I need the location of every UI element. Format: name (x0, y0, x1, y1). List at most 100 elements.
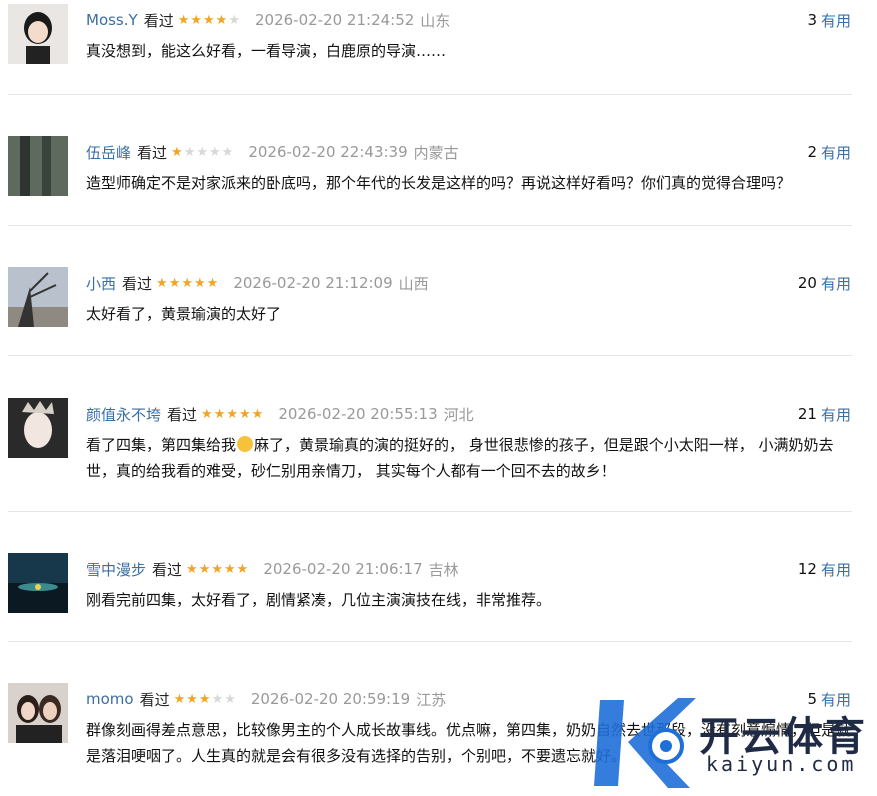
star-filled-icon: ★ (156, 275, 168, 291)
star-empty-icon: ★ (183, 144, 196, 160)
comment-text: 刚看完前四集，太好看了，剧情紧凑，几位主演演技在线，非常推荐。 (86, 591, 552, 609)
watched-label: 看过 (143, 11, 174, 30)
username-link[interactable]: 颜值永不垮 (86, 404, 161, 425)
rating-stars: ★ ★ ★ ★ ★ (178, 14, 241, 27)
avatar[interactable] (8, 683, 68, 743)
comment-meta: 伍岳峰 看过 ★ ★ ★ ★ ★ 2026-02-20 22:43:39 内蒙古 (86, 140, 459, 164)
comment-text: 太好看了，黄景瑜演的太好了 (86, 305, 282, 323)
useful-votes: 21 有用 (798, 402, 851, 426)
watermark: 开云体育 kaiyun.com (594, 690, 877, 796)
divider (8, 511, 852, 512)
useful-count: 12 (797, 560, 817, 578)
avatar[interactable] (8, 4, 68, 64)
avatar-image (24, 12, 52, 64)
useful-count: 3 (807, 11, 817, 29)
star-filled-icon: ★ (251, 406, 264, 422)
star-filled-icon: ★ (224, 561, 236, 577)
comment-meta: 小西 看过 ★ ★ ★ ★ ★ 2026-02-20 21:12:09 山西 (86, 271, 429, 295)
useful-button[interactable]: 有用 (821, 559, 851, 580)
comment-time: 2026-02-20 21:06:17 (263, 560, 423, 578)
comment-text: 造型师确定不是对家派来的卧底吗，那个年代的长发是这样的吗？再说这样好看吗？你们真… (86, 174, 792, 192)
avatar[interactable] (8, 553, 68, 613)
comment-location: 河北 (443, 405, 474, 424)
star-filled-icon: ★ (171, 144, 183, 160)
username-link[interactable]: 雪中漫步 (86, 559, 146, 580)
star-empty-icon: ★ (209, 144, 221, 160)
comment-time: 2026-02-20 22:43:39 (248, 143, 408, 161)
useful-button[interactable]: 有用 (821, 10, 851, 31)
rating-stars: ★ ★ ★ ★ ★ (186, 563, 249, 576)
comment-text: 看了四集，第四集给我 麻了，黄景瑜真的演的挺好的， 身世很悲惨的孩子，但是跟个小太… (86, 432, 856, 484)
star-filled-icon: ★ (226, 406, 238, 422)
star-filled-icon: ★ (190, 12, 203, 28)
useful-votes: 12 有用 (798, 557, 851, 581)
watched-label: 看过 (152, 560, 183, 579)
star-filled-icon: ★ (213, 406, 226, 422)
comment-text: 真没想到，能这么好看，一看导演，白鹿原的导演…… (86, 42, 447, 60)
rating-stars: ★ ★ ★ ★ ★ (201, 408, 264, 421)
useful-button[interactable]: 有用 (821, 404, 851, 425)
avatar[interactable] (8, 398, 68, 458)
comment-location: 山东 (420, 11, 451, 30)
star-filled-icon: ★ (198, 691, 211, 707)
useful-count: 21 (797, 405, 817, 423)
star-filled-icon: ★ (239, 406, 251, 422)
avatar-image (8, 683, 68, 743)
watermark-domain: kaiyun.com (706, 752, 857, 776)
useful-votes: 20 有用 (798, 271, 851, 295)
rating-stars: ★ ★ ★ ★ ★ (156, 277, 219, 290)
useful-count: 20 (797, 274, 817, 292)
star-empty-icon: ★ (224, 691, 236, 707)
useful-button[interactable]: 有用 (821, 142, 851, 163)
comment-time: 2026-02-20 20:55:13 (278, 405, 438, 423)
useful-votes: 2 有用 (807, 140, 851, 164)
comment-location: 内蒙古 (413, 143, 459, 162)
divider (8, 641, 852, 642)
comment-meta: 雪中漫步 看过 ★ ★ ★ ★ ★ 2026-02-20 21:06:17 吉林 (86, 557, 459, 581)
username-link[interactable]: momo (86, 690, 134, 708)
avatar-image (8, 553, 68, 613)
comment-meta: Moss.Y 看过 ★ ★ ★ ★ ★ 2026-02-20 21:24:52 山东 (86, 8, 450, 32)
rating-stars: ★ ★ ★ ★ ★ (174, 693, 237, 706)
star-filled-icon: ★ (181, 275, 193, 291)
username-link[interactable]: Moss.Y (86, 11, 138, 29)
star-filled-icon: ★ (203, 12, 215, 28)
watched-label: 看过 (122, 274, 153, 293)
star-filled-icon: ★ (211, 561, 223, 577)
comment-meta: momo 看过 ★ ★ ★ ★ ★ 2026-02-20 20:59:19 江苏 (86, 687, 446, 711)
avatar[interactable] (8, 267, 68, 327)
useful-button[interactable]: 有用 (821, 273, 851, 294)
avatar[interactable] (8, 136, 68, 196)
username-link[interactable]: 伍岳峰 (86, 142, 131, 163)
rating-stars: ★ ★ ★ ★ ★ (171, 146, 234, 159)
watched-label: 看过 (139, 690, 170, 709)
star-filled-icon: ★ (201, 406, 213, 422)
star-empty-icon: ★ (196, 144, 208, 160)
avatar-image (8, 398, 68, 458)
comment-location: 江苏 (416, 690, 447, 709)
star-filled-icon: ★ (173, 691, 186, 707)
watched-label: 看过 (137, 143, 168, 162)
brand-logo-icon (594, 698, 696, 788)
comment-time: 2026-02-20 20:59:19 (250, 690, 411, 708)
star-filled-icon: ★ (186, 561, 198, 577)
star-filled-icon: ★ (198, 561, 211, 577)
comment-meta: 颜值永不垮 看过 ★ ★ ★ ★ ★ 2026-02-20 20:55:13 河北 (86, 402, 474, 426)
star-filled-icon: ★ (206, 275, 219, 291)
comment-time: 2026-02-20 21:24:52 (254, 11, 415, 29)
star-empty-icon: ★ (221, 144, 234, 160)
avatar-image (8, 136, 68, 196)
star-filled-icon: ★ (236, 561, 249, 577)
star-empty-icon: ★ (211, 691, 224, 707)
useful-votes: 3 有用 (807, 8, 851, 32)
star-filled-icon: ★ (168, 275, 181, 291)
divider (8, 225, 852, 226)
avatar-image (8, 272, 68, 327)
divider (8, 94, 852, 95)
divider (8, 355, 852, 356)
star-filled-icon: ★ (186, 691, 198, 707)
star-filled-icon: ★ (194, 275, 206, 291)
star-filled-icon: ★ (177, 12, 190, 28)
comment-time: 2026-02-20 21:12:09 (233, 274, 393, 292)
username-link[interactable]: 小西 (86, 273, 116, 294)
